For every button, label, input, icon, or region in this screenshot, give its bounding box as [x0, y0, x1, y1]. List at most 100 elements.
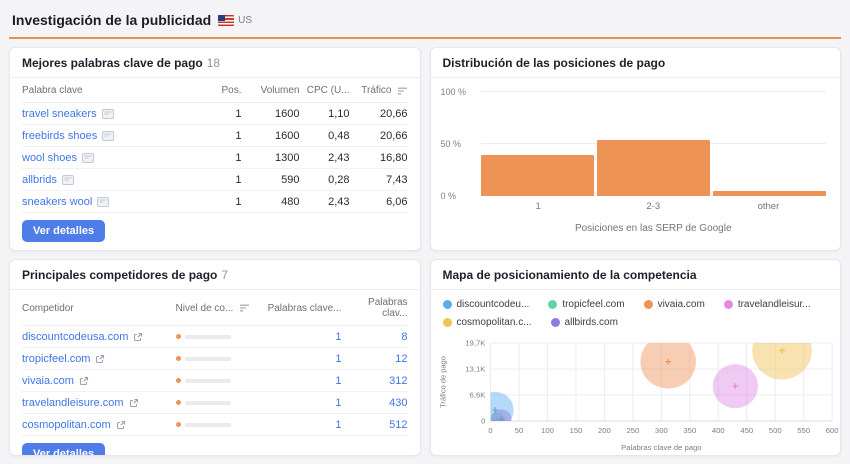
- legend-dot-icon: [644, 300, 653, 309]
- keywords-rows: travel sneakers116001,1020,66freebirds s…: [22, 103, 408, 213]
- bar-1[interactable]: [481, 155, 594, 196]
- paid-keywords-cell[interactable]: 8: [342, 331, 408, 343]
- keyword-link[interactable]: travel sneakers: [22, 108, 97, 120]
- legend-label: discountcodeu...: [457, 299, 530, 310]
- bar-chart-x-labels: 12-3other: [481, 201, 827, 212]
- competitor-table-row: discountcodeusa.com 18: [22, 326, 408, 348]
- x-tick-label: 250: [626, 426, 639, 435]
- keyword-link[interactable]: allbrids: [22, 174, 57, 186]
- card-title-keywords: Mejores palabras clave de pago18: [10, 48, 420, 78]
- position-cell: 1: [202, 196, 242, 208]
- competitor-link[interactable]: tropicfeel.com: [22, 353, 90, 365]
- competitor-link[interactable]: travelandleisure.com: [22, 397, 124, 409]
- volume-cell: 480: [242, 196, 300, 208]
- keyword-link[interactable]: sneakers wool: [22, 196, 92, 208]
- competitor-table-row: cosmopolitan.com 1512: [22, 414, 408, 436]
- bubble-cosmopolitan-c---[interactable]: [752, 335, 812, 380]
- competitor-table-row: travelandleisure.com 1430: [22, 392, 408, 414]
- level-dot: [176, 334, 181, 339]
- keyword-table-row: travel sneakers116001,1020,66: [22, 103, 408, 125]
- legend-label: tropicfeel.com: [562, 299, 624, 310]
- level-dot: [176, 356, 181, 361]
- competitors-table: Competidor Nivel de co... Palabras clave…: [10, 290, 420, 436]
- card-title-text: Mapa de posicionamiento de la competenci…: [443, 268, 697, 282]
- sort-desc-icon[interactable]: [240, 304, 250, 312]
- competitor-link[interactable]: vivaia.com: [22, 375, 74, 387]
- card-title-map: Mapa de posicionamiento de la competenci…: [431, 260, 841, 290]
- volume-cell: 590: [242, 174, 300, 186]
- serp-features-icon: [102, 131, 114, 141]
- legend-dot-icon: [551, 318, 560, 327]
- external-link-icon: [116, 420, 126, 430]
- paid-keywords-cell[interactable]: 430: [342, 397, 408, 409]
- x-tick-label: 50: [514, 426, 523, 435]
- legend-item[interactable]: cosmopolitan.c...: [443, 317, 532, 328]
- competitor-table-row: vivaia.com 1312: [22, 370, 408, 392]
- competition-level-bar: [176, 378, 268, 383]
- bar-2-3[interactable]: [597, 140, 710, 196]
- card-title-text: Mejores palabras clave de pago: [22, 56, 203, 70]
- legend-item[interactable]: tropicfeel.com: [548, 299, 624, 310]
- column-header-volume[interactable]: Volumen: [242, 85, 300, 96]
- card-title-text: Distribución de las posiciones de pago: [443, 56, 666, 70]
- competitor-link[interactable]: cosmopolitan.com: [22, 419, 111, 431]
- column-header-paid-keywords[interactable]: Palabras clav...: [342, 297, 408, 319]
- legend-item[interactable]: travelandleisur...: [724, 299, 811, 310]
- traffic-cell: 16,80: [350, 152, 408, 164]
- keywords-view-details-button[interactable]: Ver detalles: [22, 220, 105, 242]
- database-region[interactable]: US: [218, 15, 252, 26]
- position-cell: 1: [202, 108, 242, 120]
- legend-item[interactable]: discountcodeu...: [443, 299, 530, 310]
- y-axis-title: Tráfico de pago: [438, 356, 447, 408]
- column-header-traffic-label: Tráfico: [361, 85, 391, 96]
- bubble-chart-legend: discountcodeu... tropicfeel.com vivaia.com…: [431, 290, 841, 328]
- x-tick-label: 500: [768, 426, 781, 435]
- column-header-traffic[interactable]: Tráfico: [350, 85, 408, 96]
- legend-label: travelandleisur...: [738, 299, 811, 310]
- column-header-competitor[interactable]: Competidor: [22, 303, 176, 314]
- serp-features-icon: [102, 109, 114, 119]
- competitors-view-details-button[interactable]: Ver detalles: [22, 443, 105, 456]
- common-keywords-cell[interactable]: 1: [268, 419, 342, 431]
- paid-keywords-cell[interactable]: 512: [342, 419, 408, 431]
- level-track: [185, 379, 231, 383]
- paid-keywords-cell[interactable]: 12: [342, 353, 408, 365]
- competition-level-bar: [176, 356, 268, 361]
- competitors-count: 7: [221, 268, 228, 282]
- column-header-cpc[interactable]: CPC (U...: [300, 85, 350, 96]
- column-header-keyword[interactable]: Palabra clave: [22, 85, 202, 96]
- card-paid-positions-distribution: Distribución de las posiciones de pago 0…: [430, 47, 842, 251]
- keyword-link[interactable]: freebirds shoes: [22, 130, 97, 142]
- keywords-table-header: Palabra clave Pos. Volumen CPC (U... Trá…: [22, 78, 408, 103]
- legend-label: cosmopolitan.c...: [457, 317, 532, 328]
- keyword-table-row: sneakers wool14802,436,06: [22, 191, 408, 213]
- column-header-position[interactable]: Pos.: [202, 85, 242, 96]
- legend-item[interactable]: allbirds.com: [551, 317, 618, 328]
- column-header-common-keywords[interactable]: Palabras clave...: [268, 303, 342, 314]
- level-dot: [176, 378, 181, 383]
- cpc-cell: 0,48: [300, 130, 350, 142]
- common-keywords-cell[interactable]: 1: [268, 331, 342, 343]
- keyword-link[interactable]: wool shoes: [22, 152, 77, 164]
- x-tick-label: 100: [541, 426, 554, 435]
- common-keywords-cell[interactable]: 1: [268, 397, 342, 409]
- competitor-link[interactable]: discountcodeusa.com: [22, 331, 128, 343]
- card-top-paid-keywords: Mejores palabras clave de pago18 Palabra…: [9, 47, 421, 251]
- y-tick-label: 100 %: [441, 87, 475, 97]
- y-tick-label: 19,7K: [465, 339, 485, 348]
- paid-keywords-cell[interactable]: 312: [342, 375, 408, 387]
- sort-desc-icon[interactable]: [398, 87, 408, 95]
- x-tick-label: 550: [797, 426, 810, 435]
- column-header-competition-level[interactable]: Nivel de co...: [176, 303, 268, 314]
- level-dot: [176, 400, 181, 405]
- traffic-cell: 7,43: [350, 174, 408, 186]
- legend-item[interactable]: vivaia.com: [644, 299, 705, 310]
- bar-chart: 0 %50 %100 % 12-3other Posiciones en las…: [481, 92, 827, 234]
- bubble-chart: 05010015020025030035040045050055060006,6…: [435, 335, 842, 456]
- keyword-table-row: wool shoes113002,4316,80: [22, 147, 408, 169]
- common-keywords-cell[interactable]: 1: [268, 353, 342, 365]
- common-keywords-cell[interactable]: 1: [268, 375, 342, 387]
- cpc-cell: 1,10: [300, 108, 350, 120]
- bar-other[interactable]: [713, 191, 826, 196]
- x-tick-label: 2-3: [596, 201, 711, 212]
